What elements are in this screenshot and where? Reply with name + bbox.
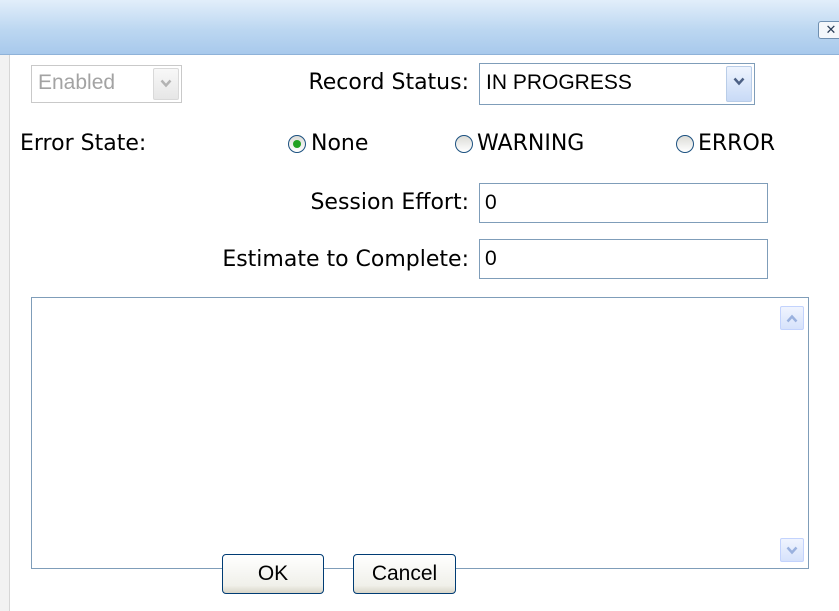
enabled-select: Enabled [31, 65, 182, 103]
ok-button[interactable]: OK [222, 554, 324, 594]
radio-none[interactable] [288, 135, 306, 153]
record-status-value: IN PROGRESS [486, 71, 632, 94]
radio-error-label: ERROR [698, 131, 776, 156]
enabled-select-value: Enabled [38, 71, 116, 94]
dialog-titlebar: ✕ [0, 0, 839, 55]
estimate-to-complete-label: Estimate to Complete: [222, 247, 469, 272]
radio-none-label: None [311, 131, 369, 156]
cancel-button[interactable]: Cancel [353, 554, 456, 594]
chevron-up-icon [786, 314, 798, 323]
chevron-down-icon[interactable] [726, 66, 752, 102]
radio-warning[interactable] [455, 135, 473, 153]
notes-textarea[interactable] [31, 297, 809, 569]
chevron-down-icon [786, 546, 798, 555]
estimate-to-complete-input[interactable]: 0 [479, 239, 768, 279]
close-button[interactable]: ✕ [818, 21, 839, 39]
record-status-label: Record Status: [308, 70, 469, 95]
radio-error[interactable] [676, 135, 694, 153]
radio-warning-label: WARNING [477, 131, 585, 156]
error-state-label: Error State: [20, 131, 147, 156]
close-icon: ✕ [825, 23, 837, 38]
left-border [0, 55, 10, 611]
session-effort-label: Session Effort: [310, 190, 469, 215]
scroll-down-button[interactable] [780, 538, 804, 562]
chevron-down-icon [153, 68, 179, 100]
record-status-select[interactable]: IN PROGRESS [479, 63, 755, 105]
scroll-up-button[interactable] [780, 306, 804, 330]
session-effort-input[interactable]: 0 [479, 183, 768, 223]
